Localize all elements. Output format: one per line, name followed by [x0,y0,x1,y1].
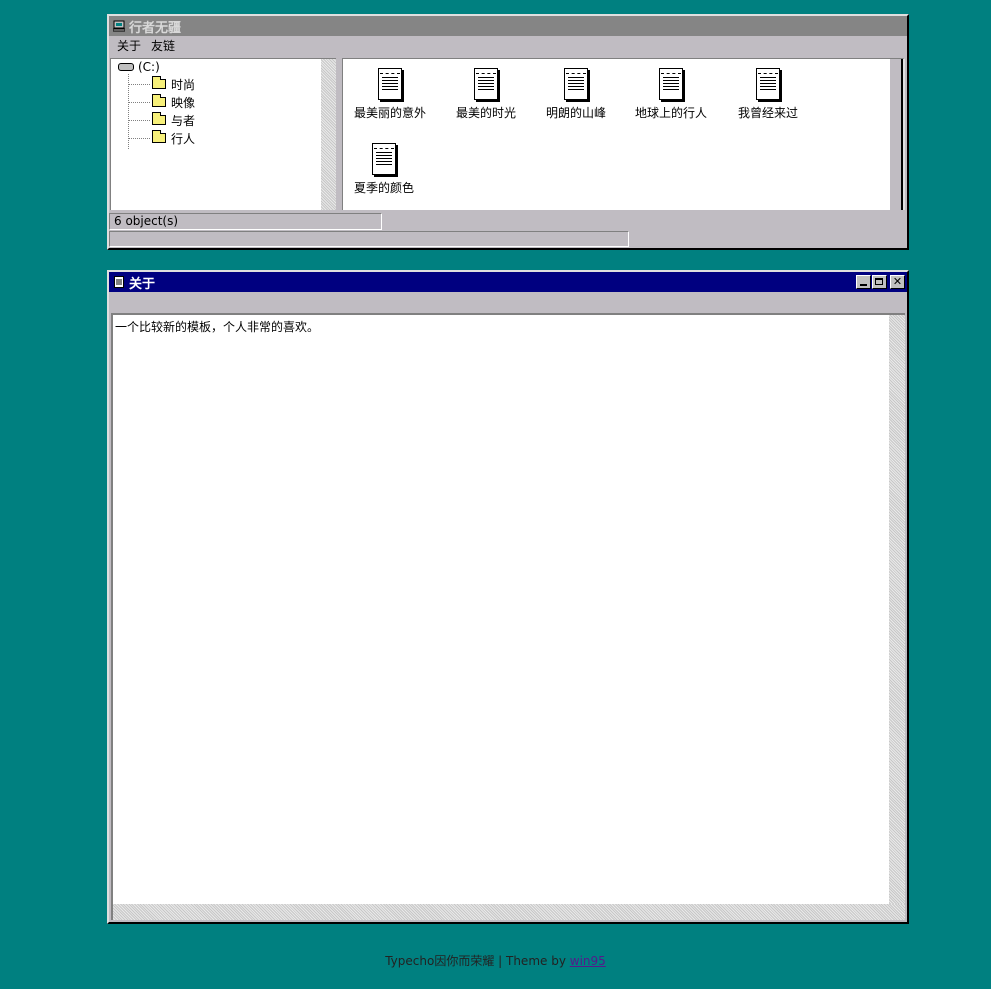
status-bar-secondary [109,231,629,247]
page-footer: Typecho因你而荣耀 | Theme by win95 [0,952,991,969]
tree-scrollbar[interactable] [321,59,336,210]
drive-icon [118,63,134,71]
file-list-scrollbar[interactable] [889,59,903,210]
file-name: 我曾经来过 [737,106,798,120]
document-icon [756,68,780,100]
file-item[interactable]: 夏季的颜色 [343,143,429,196]
folder-label: 与者 [171,113,196,128]
file-item[interactable]: 明朗的山峰 [531,68,621,121]
close-button[interactable]: ✕ [890,275,905,289]
tree-branch [128,137,150,139]
tree-folder-traveler[interactable]: 行人 [128,129,195,147]
folder-icon [152,94,166,107]
file-item[interactable]: 最美丽的意外 [345,68,435,121]
vertical-scrollbar[interactable] [889,315,905,920]
computer-icon [113,20,125,32]
notepad-icon [114,276,124,288]
about-body-text: 一个比较新的模板，个人非常的喜欢。 [115,320,320,334]
folder-icon [152,112,166,125]
drive-label: (C:) [138,60,160,74]
folder-icon [152,130,166,143]
folder-label: 行人 [171,131,196,146]
window-controls: ✕ [855,275,905,289]
file-list: 最美丽的意外 最美的时光 明朗的山峰 地球上的行人 我曾经来过 夏季的颜色 [342,58,905,210]
about-titlebar[interactable]: 关于 ✕ [109,272,907,292]
file-name: 最美丽的意外 [353,106,426,120]
file-name: 明朗的山峰 [545,106,606,120]
folder-label: 时尚 [171,77,196,92]
horizontal-scrollbar[interactable] [113,904,905,920]
document-icon [474,68,498,100]
file-name: 地球上的行人 [634,106,707,120]
folder-tree: (C:) 时尚 映像 与者 行人 [110,58,336,210]
folder-icon [152,76,166,89]
explorer-window[interactable]: 行者无疆 关于 友链 (C:) 时尚 映像 与者 行人 最美丽的意外 最美的时光… [107,14,909,250]
about-content[interactable]: 一个比较新的模板，个人非常的喜欢。 [111,313,905,920]
explorer-title: 行者无疆 [129,20,182,36]
tree-branch [128,83,150,85]
about-title: 关于 [129,276,156,292]
tree-folder-image[interactable]: 映像 [128,93,195,111]
explorer-menubar: 关于 友链 [109,36,907,54]
status-object-count: 6 object(s) [109,213,382,230]
about-window[interactable]: 关于 ✕ 一个比较新的模板，个人非常的喜欢。 [107,270,909,924]
folder-label: 映像 [171,95,196,110]
tree-folder-fashion[interactable]: 时尚 [128,75,195,93]
minimize-button[interactable] [856,275,871,289]
file-name: 夏季的颜色 [353,181,414,195]
tree-branch [128,119,150,121]
document-icon [564,68,588,100]
menu-about[interactable]: 关于 [117,37,141,54]
document-icon [372,143,396,175]
menu-links[interactable]: 友链 [151,37,175,54]
file-item[interactable]: 我曾经来过 [723,68,813,121]
theme-link[interactable]: win95 [570,954,606,968]
file-item[interactable]: 最美的时光 [441,68,531,121]
maximize-button[interactable] [872,275,887,289]
file-name: 最美的时光 [455,106,516,120]
document-icon [378,68,402,100]
tree-drive-c[interactable]: (C:) [118,59,160,75]
tree-branch [128,101,150,103]
document-icon [659,68,683,100]
explorer-titlebar[interactable]: 行者无疆 [109,16,907,36]
file-item[interactable]: 地球上的行人 [626,68,716,121]
footer-text: Typecho因你而荣耀 | Theme by [385,954,570,968]
tree-folder-with[interactable]: 与者 [128,111,195,129]
